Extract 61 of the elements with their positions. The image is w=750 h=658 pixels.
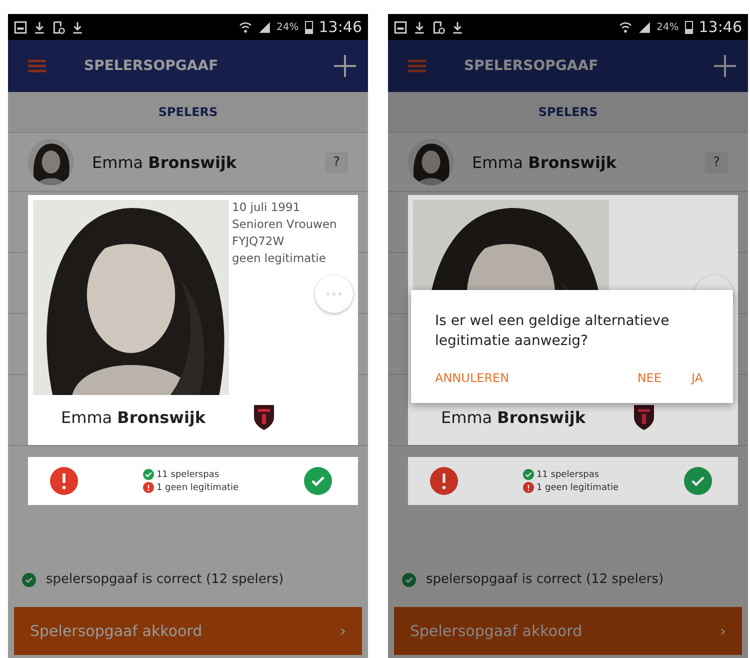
player-detail: geen legitimatie	[232, 251, 327, 265]
help-button[interactable]: ?	[325, 152, 348, 172]
player-detail: FYJQ72W	[232, 234, 286, 248]
approve-button[interactable]: Spelersopgaaf akkoord ›	[14, 607, 362, 655]
download-icon	[451, 20, 464, 34]
check-icon	[143, 469, 154, 480]
menu-icon[interactable]	[408, 59, 426, 73]
battery-icon	[684, 20, 693, 34]
download-icon	[71, 20, 84, 34]
signal-icon	[258, 20, 271, 34]
wifi-icon	[618, 20, 632, 34]
battery-level: 24%	[656, 22, 679, 32]
signal-icon	[638, 20, 651, 34]
wifi-icon	[238, 20, 252, 34]
battery-level: 24%	[276, 22, 299, 32]
menu-icon[interactable]	[28, 59, 46, 73]
dialog-action[interactable]: ANNULEREN	[435, 367, 520, 390]
status-message: spelersopgaaf is correct (12 spelers)	[426, 572, 664, 587]
app-title: SPELERSOPGAAF	[464, 58, 600, 74]
clock: 13:46	[318, 18, 362, 36]
summary-line: 11 spelerspas	[156, 470, 220, 480]
shield-icon	[632, 403, 656, 431]
player-name: Emma Bronswijk	[61, 408, 206, 426]
dialog-action[interactable]: NEE	[627, 367, 672, 390]
summary-line: 1 geen legitimatie	[156, 482, 239, 492]
player-detail: 10 juli 1991	[232, 200, 302, 214]
check-icon	[22, 572, 36, 586]
add-icon[interactable]	[714, 55, 736, 77]
more-icon	[326, 292, 342, 296]
status-message: spelersopgaaf is correct (12 spelers)	[46, 572, 284, 587]
download-icon	[413, 20, 426, 34]
clock: 13:46	[698, 18, 742, 36]
warning-icon[interactable]	[50, 467, 78, 495]
check-icon	[523, 469, 534, 480]
app-title: SPELERSOPGAAF	[84, 58, 220, 74]
dialog-action[interactable]: JA	[681, 367, 713, 390]
players-tab[interactable]: SPELERS	[158, 105, 218, 119]
screenshot-icon	[52, 20, 65, 34]
image-icon	[394, 20, 407, 34]
download-icon	[33, 20, 46, 34]
player-detail: Senioren Vrouwen	[232, 217, 337, 231]
check-icon	[402, 572, 416, 586]
warning-icon	[523, 482, 534, 493]
dialog-message: Is er wel een geldige alternatieve legitimatie aanwezig?	[435, 312, 670, 351]
check-icon[interactable]	[684, 467, 712, 495]
battery-icon	[304, 20, 313, 34]
warning-icon	[143, 482, 154, 493]
warning-icon[interactable]	[430, 467, 458, 495]
shield-icon	[252, 403, 276, 431]
help-button[interactable]: ?	[705, 152, 728, 172]
screenshot-icon	[432, 20, 445, 34]
image-icon	[14, 20, 27, 34]
check-icon[interactable]	[304, 467, 332, 495]
summary-line: 1 geen legitimatie	[536, 482, 619, 492]
player-name: Emma Bronswijk	[92, 152, 238, 172]
player-name: Emma Bronswijk	[441, 408, 586, 426]
player-name: Emma Bronswijk	[472, 152, 618, 172]
approve-button[interactable]: Spelersopgaaf akkoord ›	[394, 607, 742, 655]
players-tab[interactable]: SPELERS	[538, 105, 598, 119]
add-icon[interactable]	[334, 55, 356, 77]
summary-line: 11 spelerspas	[536, 470, 600, 480]
